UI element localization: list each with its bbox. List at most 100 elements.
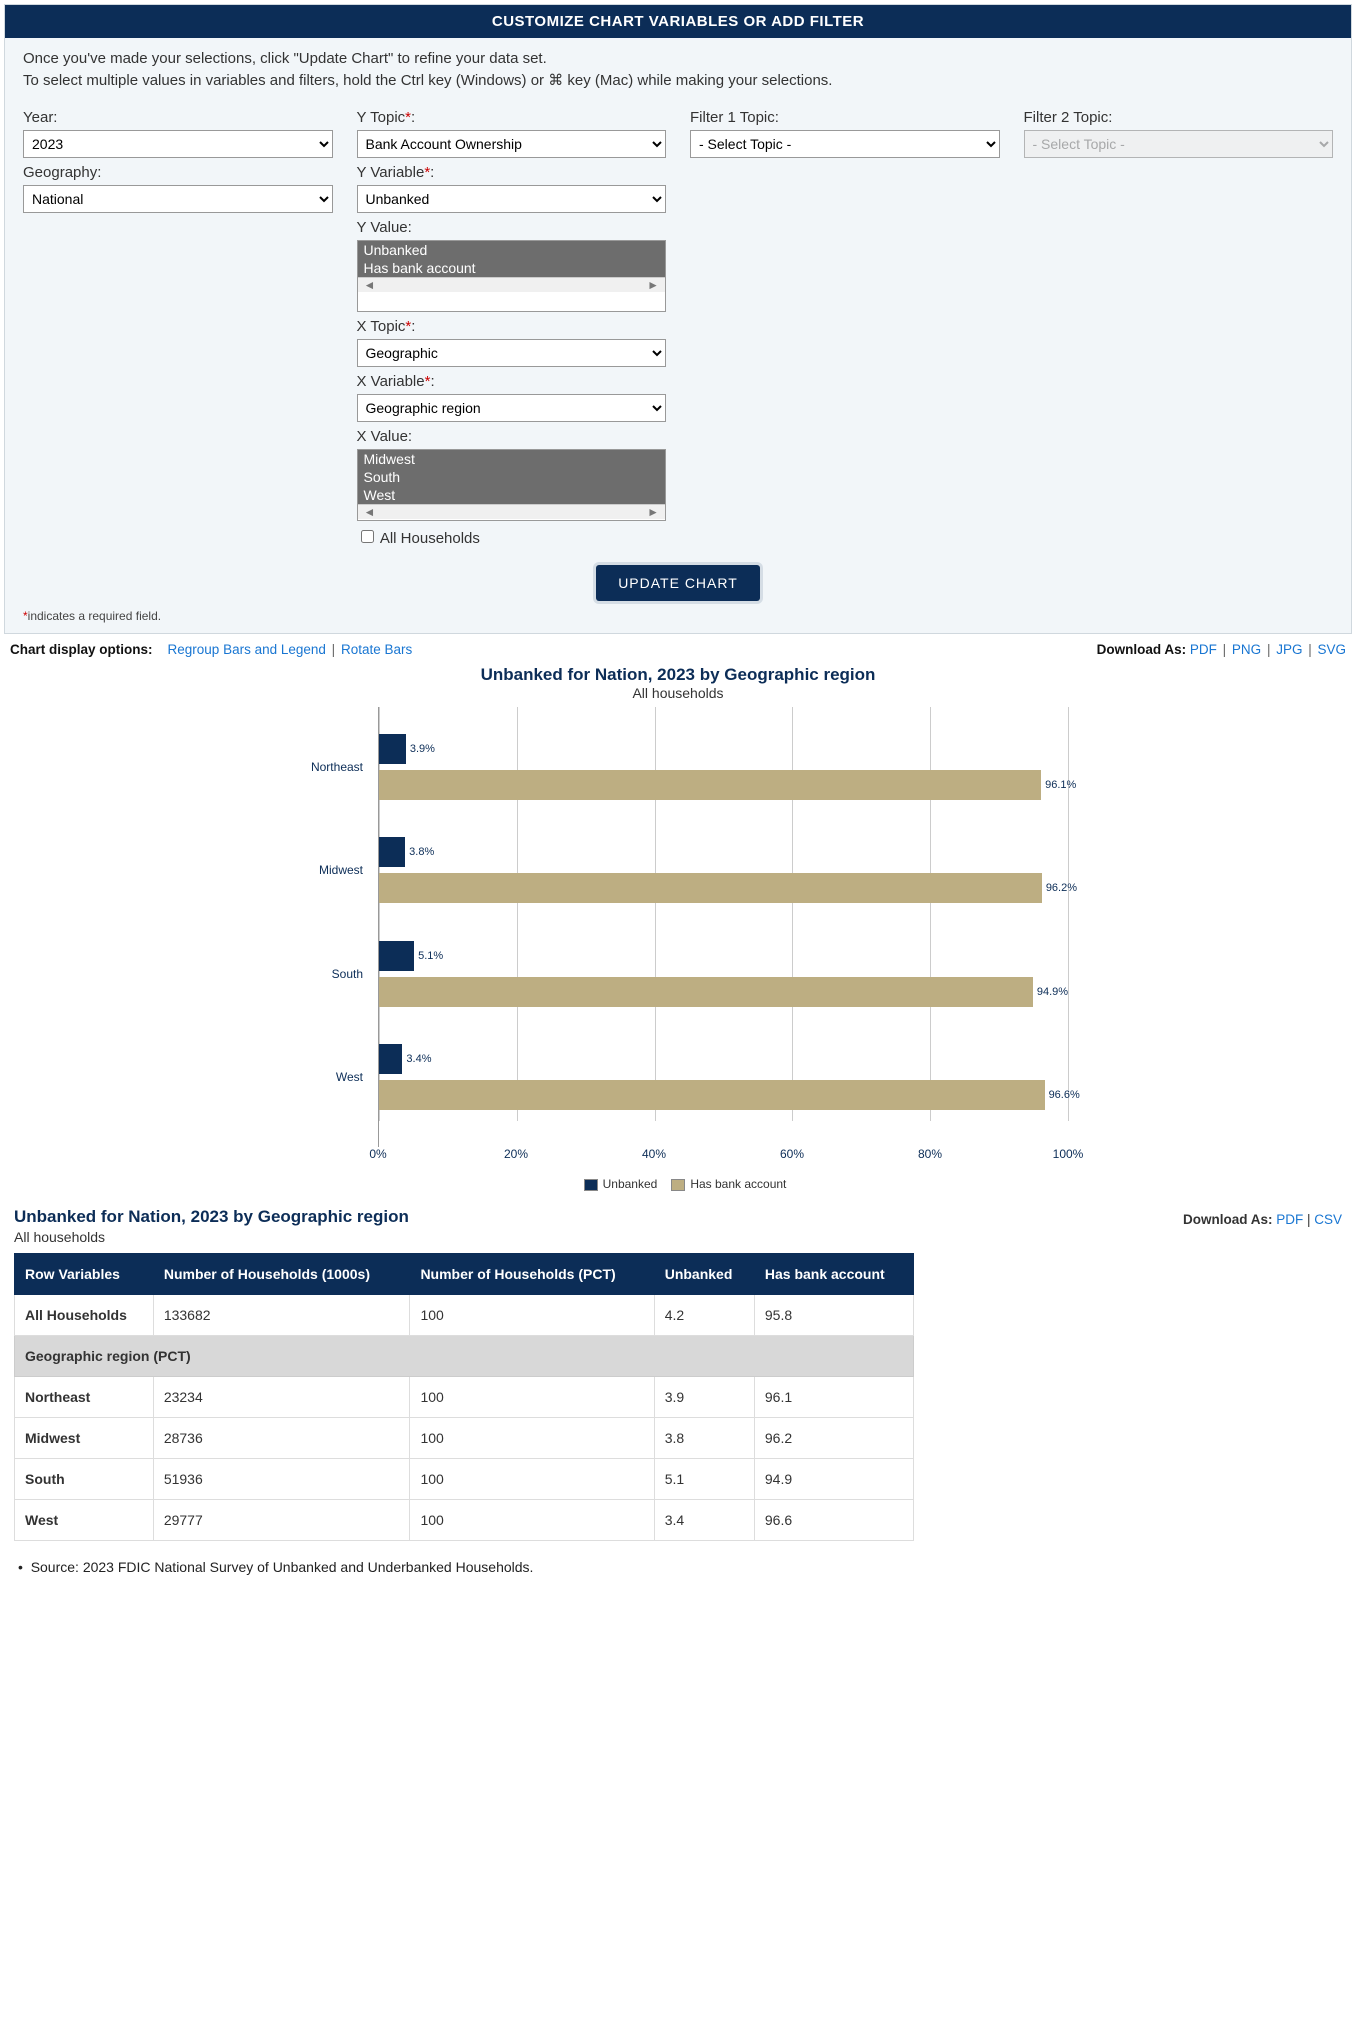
download-jpg-link[interactable]: JPG [1276,642,1302,657]
multiselect-option[interactable]: West [358,486,666,504]
chart-container: Unbanked for Nation, 2023 by Geographic … [0,659,1356,1191]
filter2-label: Filter 2 Topic: [1024,109,1334,126]
chart-x-axis: 0%20%40%60%80%100% [378,1147,1068,1167]
column-filter2: Filter 2 Topic: - Select Topic - [1024,103,1334,547]
download-png-link[interactable]: PNG [1232,642,1261,657]
chart-bar: 96.6% [379,1080,1045,1110]
table-row: Northeast232341003.996.1 [15,1377,914,1418]
xtopic-label: X Topic*: [357,318,667,335]
chart-bar-value: 96.1% [1045,779,1076,791]
legend-label: Unbanked [603,1177,658,1191]
legend-swatch [584,1179,598,1191]
chart-options-bar: Chart display options: Regroup Bars and … [0,634,1356,659]
chart-plot: Northeast3.9%96.1%Midwest3.8%96.2%South5… [378,707,1068,1147]
geography-label: Geography: [23,164,333,181]
required-note: *indicates a required field. [23,609,1333,623]
column-year-geo: Year: 2023 Geography: National [23,103,333,547]
chart-category-label: South [289,922,369,1026]
source-note: • Source: 2023 FDIC National Survey of U… [34,1559,1342,1575]
year-label: Year: [23,109,333,126]
table-row: Midwest287361003.896.2 [15,1418,914,1459]
panel-body: Once you've made your selections, click … [5,38,1351,633]
chart-x-tick: 80% [918,1147,942,1161]
chart-legend: Unbanked Has bank account [10,1177,1346,1191]
xvalue-label: X Value: [357,428,667,445]
ytopic-label: Y Topic*: [357,109,667,126]
table-row: South519361005.194.9 [15,1459,914,1500]
multiselect-option[interactable]: South [358,468,666,486]
filter1-label: Filter 1 Topic: [690,109,1000,126]
chart-bar-value: 3.4% [406,1053,431,1065]
multiselect-option[interactable]: Midwest [358,450,666,468]
chart-x-tick: 60% [780,1147,804,1161]
chart-bar-value: 96.6% [1049,1089,1080,1101]
multiselect-option[interactable]: Unbanked [358,241,666,259]
download-csv-link[interactable]: CSV [1314,1212,1342,1227]
all-households-label: All Households [380,530,480,547]
chart-bar-value: 3.9% [410,743,435,755]
chart-x-tick: 40% [642,1147,666,1161]
year-select[interactable]: 2023 [23,130,333,158]
chart-x-tick: 100% [1053,1147,1084,1161]
table-title: Unbanked for Nation, 2023 by Geographic … [14,1207,409,1227]
column-filter1: Filter 1 Topic: - Select Topic - [690,103,1000,547]
table-header-cell: Has bank account [754,1254,913,1295]
download-pdf-link[interactable]: PDF [1190,642,1217,657]
table-section-row: Geographic region (PCT) [15,1336,914,1377]
chart-x-tick: 0% [369,1147,386,1161]
geography-select[interactable]: National [23,185,333,213]
xtopic-select[interactable]: Geographic [357,339,667,367]
table-header-cell: Row Variables [15,1254,154,1295]
panel-header: CUSTOMIZE CHART VARIABLES OR ADD FILTER [5,5,1351,38]
column-xy: Y Topic*: Bank Account Ownership Y Varia… [357,103,667,547]
customize-panel: CUSTOMIZE CHART VARIABLES OR ADD FILTER … [4,4,1352,634]
chart-bar: 3.9% [379,734,406,764]
data-table: Row VariablesNumber of Households (1000s… [14,1253,914,1541]
update-chart-button[interactable]: UPDATE CHART [596,565,760,601]
chart-bar: 3.4% [379,1044,402,1074]
chart-bar-value: 5.1% [418,950,443,962]
chart-bar: 96.2% [379,873,1042,903]
table-header-cell: Number of Households (1000s) [153,1254,410,1295]
filter1-select[interactable]: - Select Topic - [690,130,1000,158]
table-header-cell: Unbanked [654,1254,754,1295]
chart-category-label: West [289,1026,369,1130]
chart-bar-value: 3.8% [409,846,434,858]
chart-subtitle: All households [10,685,1346,701]
chart-bar: 94.9% [379,977,1033,1007]
table-header-cell: Number of Households (PCT) [410,1254,654,1295]
regroup-link[interactable]: Regroup Bars and Legend [168,642,326,657]
yvariable-select[interactable]: Unbanked [357,185,667,213]
download-chart-label: Download As: [1097,642,1187,657]
table-subtitle: All households [14,1229,1342,1245]
yvariable-label: Y Variable*: [357,164,667,181]
chart-bar: 96.1% [379,770,1041,800]
chart-bar: 3.8% [379,837,405,867]
chart-bar-value: 94.9% [1037,986,1068,998]
multiselect-option[interactable]: Has bank account [358,259,666,277]
chart-category-label: Midwest [289,819,369,923]
chart-title: Unbanked for Nation, 2023 by Geographic … [10,665,1346,685]
legend-swatch [671,1179,685,1191]
legend-label: Has bank account [690,1177,786,1191]
xvariable-select[interactable]: Geographic region [357,394,667,422]
chart-bar: 5.1% [379,941,414,971]
ytopic-select[interactable]: Bank Account Ownership [357,130,667,158]
download-pdf-link[interactable]: PDF [1276,1212,1303,1227]
xvalue-multiselect[interactable]: MidwestSouthWest◄► [357,449,667,521]
chart-category-label: Northeast [289,715,369,819]
chart-x-tick: 20% [504,1147,528,1161]
download-svg-link[interactable]: SVG [1317,642,1346,657]
instruction-line-2: To select multiple values in variables a… [23,71,1333,89]
yvalue-multiselect[interactable]: UnbankedHas bank account◄► [357,240,667,312]
rotate-link[interactable]: Rotate Bars [341,642,412,657]
instruction-line-1: Once you've made your selections, click … [23,50,1333,67]
table-row: West297771003.496.6 [15,1500,914,1541]
filter2-select: - Select Topic - [1024,130,1334,158]
download-table-label: Download As: [1183,1212,1273,1227]
yvalue-label: Y Value: [357,219,667,236]
xvariable-label: X Variable*: [357,373,667,390]
chart-options-label: Chart display options: [10,642,153,657]
all-households-checkbox[interactable] [361,530,374,543]
table-row: All Households1336821004.295.8 [15,1295,914,1336]
